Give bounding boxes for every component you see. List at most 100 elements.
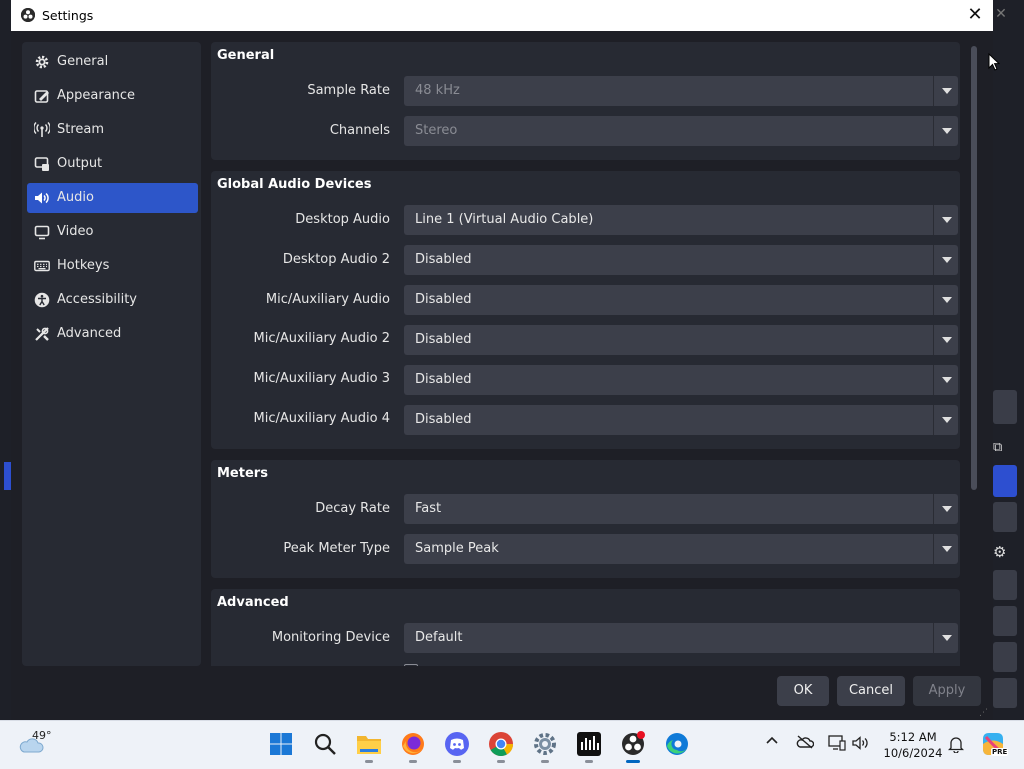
nav-item-stream[interactable]: Stream (27, 115, 198, 145)
title-bar: Settings ✕ (11, 0, 993, 31)
select-value: Disabled (415, 292, 472, 307)
checkbox-partial[interactable] (404, 664, 418, 666)
select-separator (933, 623, 934, 653)
background-button[interactable] (993, 502, 1017, 532)
nav-item-output[interactable]: Output (27, 149, 198, 179)
audio-app-icon[interactable] (576, 731, 602, 763)
monitor-icon (34, 225, 50, 240)
desktop-audio-2-select[interactable]: Disabled (404, 245, 958, 275)
sample-rate-label: Sample Rate (307, 83, 390, 98)
background-gear-icon[interactable]: ⚙ (993, 544, 1009, 560)
background-button[interactable] (993, 570, 1017, 600)
nav-item-advanced[interactable]: Advanced (27, 319, 198, 349)
window-title: Settings (42, 8, 94, 23)
select-separator (933, 534, 934, 564)
decay-rate-select[interactable]: Fast (404, 494, 958, 524)
select-separator (933, 365, 934, 395)
scrollbar-thumb[interactable] (971, 46, 977, 490)
close-icon[interactable]: ✕ (964, 5, 986, 25)
obs-icon[interactable] (620, 731, 646, 763)
nav-item-general[interactable]: General (27, 47, 198, 77)
background-button[interactable] (993, 678, 1017, 708)
select-value: Line 1 (Virtual Audio Cable) (415, 212, 594, 227)
background-close-icon[interactable]: ✕ (993, 6, 1009, 22)
copilot-icon[interactable]: PRE (980, 731, 1009, 761)
sample-rate-select[interactable]: 48 kHz (404, 76, 958, 106)
notification-bell-icon[interactable] (947, 735, 965, 757)
nav-item-accessibility[interactable]: Accessibility (27, 285, 198, 315)
select-value: 48 kHz (415, 83, 460, 98)
dock-icon[interactable]: ⧉ (993, 440, 1009, 456)
desktop-audio-2-label: Desktop Audio 2 (282, 252, 390, 267)
mic-aux-audio-label: Mic/Auxiliary Audio (265, 292, 390, 307)
appearance-icon (34, 90, 49, 103)
audio-settings-panel: General Sample Rate 48 kHz Channels Ster… (204, 42, 968, 666)
nav-item-appearance[interactable]: Appearance (27, 81, 198, 111)
nav-label: Accessibility (57, 292, 137, 307)
volume-icon[interactable] (852, 735, 870, 755)
nav-label: Output (57, 156, 103, 171)
settings-dialog: Settings ✕ General Appearance Stream Out… (11, 0, 993, 720)
background-button[interactable] (993, 642, 1017, 672)
nav-item-hotkeys[interactable]: Hotkeys (27, 251, 198, 281)
peak-meter-type-select[interactable]: Sample Peak (404, 534, 958, 564)
taskbar-clock[interactable]: 5:12 AM 10/6/2024 (880, 729, 946, 761)
discord-icon[interactable] (444, 731, 470, 763)
cancel-button[interactable]: Cancel (837, 676, 905, 706)
mic-aux-audio-4-select[interactable]: Disabled (404, 405, 958, 435)
firefox-icon[interactable] (400, 731, 426, 763)
nav-label: Audio (57, 190, 94, 205)
chevron-up-icon[interactable] (766, 735, 778, 751)
group-title: Global Audio Devices (217, 177, 372, 192)
clock-date: 10/6/2024 (883, 746, 943, 760)
peak-meter-type-label: Peak Meter Type (283, 541, 390, 556)
clock-time: 5:12 AM (889, 730, 937, 744)
chevron-down-icon (942, 297, 952, 303)
taskbar: 49° 5:12 AM 10/6/2024 PRE (0, 720, 1024, 769)
wrench-icon (35, 327, 49, 341)
group-advanced: Advanced Monitoring Device Default (211, 589, 960, 666)
edge-icon[interactable] (664, 731, 690, 757)
channels-label: Channels (329, 123, 390, 138)
accessibility-icon (34, 292, 50, 308)
output-icon (34, 157, 49, 171)
resize-grip-icon[interactable]: ⋰ (979, 708, 989, 718)
chevron-down-icon (942, 88, 952, 94)
select-value: Sample Peak (415, 541, 499, 556)
chrome-icon[interactable] (488, 731, 514, 763)
nav-item-audio[interactable]: Audio (27, 183, 198, 213)
background-active-button[interactable] (993, 465, 1017, 497)
select-separator (933, 245, 934, 275)
ok-button[interactable]: OK (777, 676, 829, 706)
desktop-audio-select[interactable]: Line 1 (Virtual Audio Cable) (404, 205, 958, 235)
chevron-down-icon (942, 635, 952, 641)
select-separator (933, 494, 934, 524)
file-explorer-icon[interactable] (356, 731, 382, 763)
mic-aux-audio-3-label: Mic/Auxiliary Audio 3 (253, 371, 390, 386)
chevron-down-icon (942, 546, 952, 552)
apply-button[interactable]: Apply (913, 676, 981, 706)
monitoring-device-select[interactable]: Default (404, 623, 958, 653)
select-separator (933, 205, 934, 235)
search-icon[interactable] (312, 731, 338, 757)
mouse-cursor-icon (988, 53, 1000, 71)
onedrive-offline-icon[interactable] (796, 735, 815, 753)
select-value: Disabled (415, 412, 472, 427)
mic-aux-audio-select[interactable]: Disabled (404, 285, 958, 315)
weather-temperature: 49° (32, 729, 52, 742)
group-title: General (217, 48, 275, 63)
desktop-audio-label: Desktop Audio (295, 212, 390, 227)
mic-aux-audio-2-select[interactable]: Disabled (404, 325, 958, 355)
background-panel (993, 390, 1017, 424)
mic-aux-audio-3-select[interactable]: Disabled (404, 365, 958, 395)
background-button[interactable] (993, 606, 1017, 636)
nav-item-video[interactable]: Video (27, 217, 198, 247)
network-icon[interactable] (828, 735, 846, 755)
vertical-scrollbar[interactable] (969, 42, 979, 666)
settings-icon[interactable] (532, 731, 558, 763)
select-separator (933, 325, 934, 355)
weather-widget[interactable]: 49° (18, 729, 68, 761)
windows-start-icon[interactable] (268, 731, 294, 757)
channels-select[interactable]: Stereo (404, 116, 958, 146)
select-value: Disabled (415, 372, 472, 387)
